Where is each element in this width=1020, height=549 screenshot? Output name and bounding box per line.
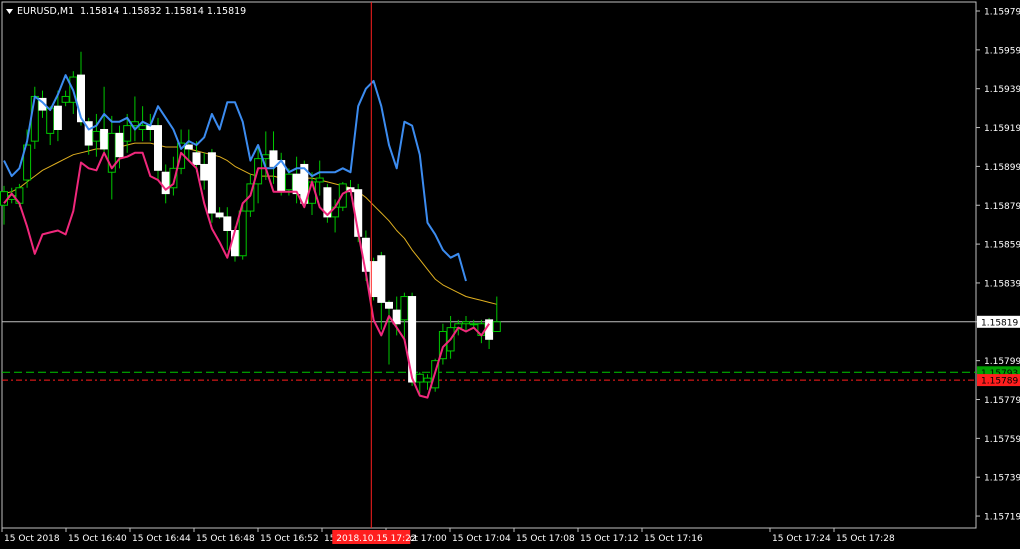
y-tick-label: 1.15759 bbox=[984, 435, 1020, 445]
candle-body bbox=[462, 321, 470, 325]
y-tick-label: 1.15899 bbox=[984, 163, 1020, 173]
symbol-label: EURUSD,M1 bbox=[17, 6, 74, 17]
candle-body bbox=[92, 130, 101, 142]
y-tick-label: 1.15719 bbox=[984, 513, 1020, 523]
candle-body bbox=[100, 128, 109, 150]
candle-body bbox=[492, 321, 501, 333]
candle-body bbox=[231, 230, 239, 257]
y-tick-label: 1.15739 bbox=[984, 474, 1020, 484]
x-tick-label: 15 Oct 17:24 bbox=[772, 534, 831, 544]
candle-body bbox=[192, 152, 201, 165]
y-tick-label: 1.15879 bbox=[984, 202, 1020, 212]
candle-body bbox=[469, 323, 478, 326]
candle-body bbox=[284, 173, 293, 191]
candle-body bbox=[53, 105, 62, 130]
x-tick-label: 15 Oct 17:16 bbox=[644, 534, 703, 544]
candle-body bbox=[46, 107, 55, 134]
candle-body bbox=[223, 216, 232, 232]
y-tick-label: 1.15919 bbox=[984, 124, 1020, 134]
y-tick-label: 1.15839 bbox=[984, 279, 1020, 289]
price-chart[interactable]: 1.15979 1.15959 1.15939 1.15919 1.15899 1.158… bbox=[0, 0, 1020, 549]
x-tick-label: 15 Oct 16:40 bbox=[68, 534, 127, 544]
x-tick-label: 15 Oct 16:48 bbox=[196, 534, 255, 544]
candle-body bbox=[292, 173, 301, 195]
y-tick-label: 1.15859 bbox=[984, 241, 1020, 251]
candle-body bbox=[207, 152, 216, 214]
candle-body bbox=[377, 255, 386, 303]
candle-body bbox=[423, 377, 432, 383]
chart-header: EURUSD,M1 1.15814 1.15832 1.15814 1.1581… bbox=[6, 6, 246, 17]
candle-body bbox=[485, 319, 494, 340]
candle-body bbox=[361, 237, 370, 272]
candle bbox=[408, 292, 417, 386]
candle-body bbox=[115, 132, 124, 158]
candle-body bbox=[138, 125, 147, 130]
candle-body bbox=[154, 125, 162, 171]
bid-price-label: 1.15819 bbox=[981, 318, 1018, 328]
candle bbox=[323, 183, 332, 223]
y-tick-label: 1.15939 bbox=[984, 85, 1020, 95]
candle-body bbox=[269, 150, 278, 167]
candle-body bbox=[392, 309, 401, 325]
x-tick-label: 15 Oct 2018 bbox=[4, 534, 60, 544]
candle-body bbox=[184, 144, 193, 150]
x-tick-label: 15 Oct 16:44 bbox=[132, 534, 191, 544]
candle-body bbox=[385, 301, 393, 309]
y-tick-label: 1.15959 bbox=[984, 46, 1020, 56]
x-tick-label: 15 Oct 17:28 bbox=[836, 534, 895, 544]
candle-body bbox=[123, 125, 132, 142]
candle bbox=[207, 148, 216, 223]
candle-body bbox=[200, 163, 209, 181]
y-tick-label: 1.15979 bbox=[984, 8, 1020, 18]
x-tick-label: 15 Oct 16:52 bbox=[260, 534, 319, 544]
candle-body bbox=[61, 95, 70, 103]
x-tick-label: 15 Oct 17:12 bbox=[580, 534, 639, 544]
alert-price-label: 1.15789 bbox=[981, 377, 1018, 387]
candle-body bbox=[30, 95, 39, 142]
candle-body bbox=[415, 373, 424, 383]
crosshair-time-label: 2018.10.15 17:22 bbox=[336, 534, 416, 544]
chart-background bbox=[0, 0, 1020, 549]
candle-body bbox=[215, 212, 224, 218]
candle-body bbox=[315, 177, 324, 183]
x-tick-label: 15 Oct 17:04 bbox=[452, 534, 511, 544]
candle-body bbox=[400, 296, 409, 321]
x-tick-label: 15 Oct 17:08 bbox=[516, 534, 575, 544]
ohlc-readout: 1.15814 1.15832 1.15814 1.15819 bbox=[80, 6, 246, 17]
candle bbox=[154, 117, 162, 180]
candle-body bbox=[238, 210, 247, 257]
y-tick-label: 1.15779 bbox=[984, 396, 1020, 406]
y-tick-label: 1.15799 bbox=[984, 357, 1020, 367]
